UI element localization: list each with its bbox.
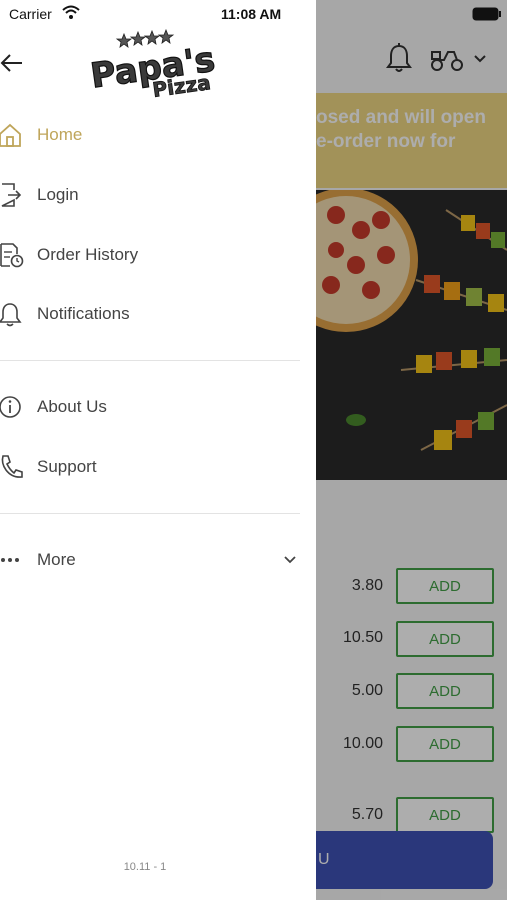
- more-dots-icon: [1, 558, 19, 562]
- menu-divider: [0, 360, 300, 361]
- order-history-icon: [0, 243, 24, 268]
- status-bar: Carrier 11:08 AM: [0, 0, 507, 30]
- wifi-icon: [62, 5, 80, 19]
- logo-graphic: Papa's Pizza: [88, 28, 218, 102]
- screen: { "status_bar": { "carrier": "Carrier", …: [0, 0, 507, 900]
- back-button[interactable]: [0, 48, 26, 78]
- menu-item-about-us[interactable]: About Us: [0, 382, 316, 432]
- menu-item-label: More: [37, 550, 76, 569]
- navigation-drawer: Papa's Pizza Home Login Order History No…: [0, 0, 316, 900]
- menu-item-support[interactable]: Support: [0, 442, 316, 492]
- clock: 11:08 AM: [221, 6, 282, 22]
- phone-icon: [1, 455, 23, 478]
- carrier-label: Carrier: [9, 6, 52, 22]
- papas-pizza-logo: Papa's Pizza: [86, 26, 224, 102]
- menu-item-label: Home: [37, 125, 83, 144]
- battery-icon: [472, 7, 501, 21]
- app-version: 10.11 - 1: [123, 861, 167, 873]
- chevron-down-icon: [284, 556, 296, 564]
- menu-item-label: Notifications: [37, 304, 130, 323]
- menu-item-home[interactable]: Home: [0, 110, 316, 160]
- info-icon: [0, 396, 21, 418]
- menu-item-login[interactable]: Login: [0, 170, 316, 220]
- menu-item-more[interactable]: More: [0, 535, 316, 585]
- menu-item-label: Support: [37, 457, 97, 476]
- arrow-left-icon: [0, 54, 22, 72]
- menu-item-label: About Us: [37, 397, 107, 416]
- login-icon: [1, 183, 22, 207]
- home-icon: [0, 123, 21, 147]
- menu-item-label: Order History: [37, 245, 139, 264]
- menu-item-notifications[interactable]: Notifications: [0, 289, 316, 339]
- bell-icon: [0, 303, 22, 327]
- menu-item-order-history[interactable]: Order History: [0, 230, 316, 280]
- menu-item-label: Login: [37, 185, 79, 204]
- menu-divider: [0, 513, 300, 514]
